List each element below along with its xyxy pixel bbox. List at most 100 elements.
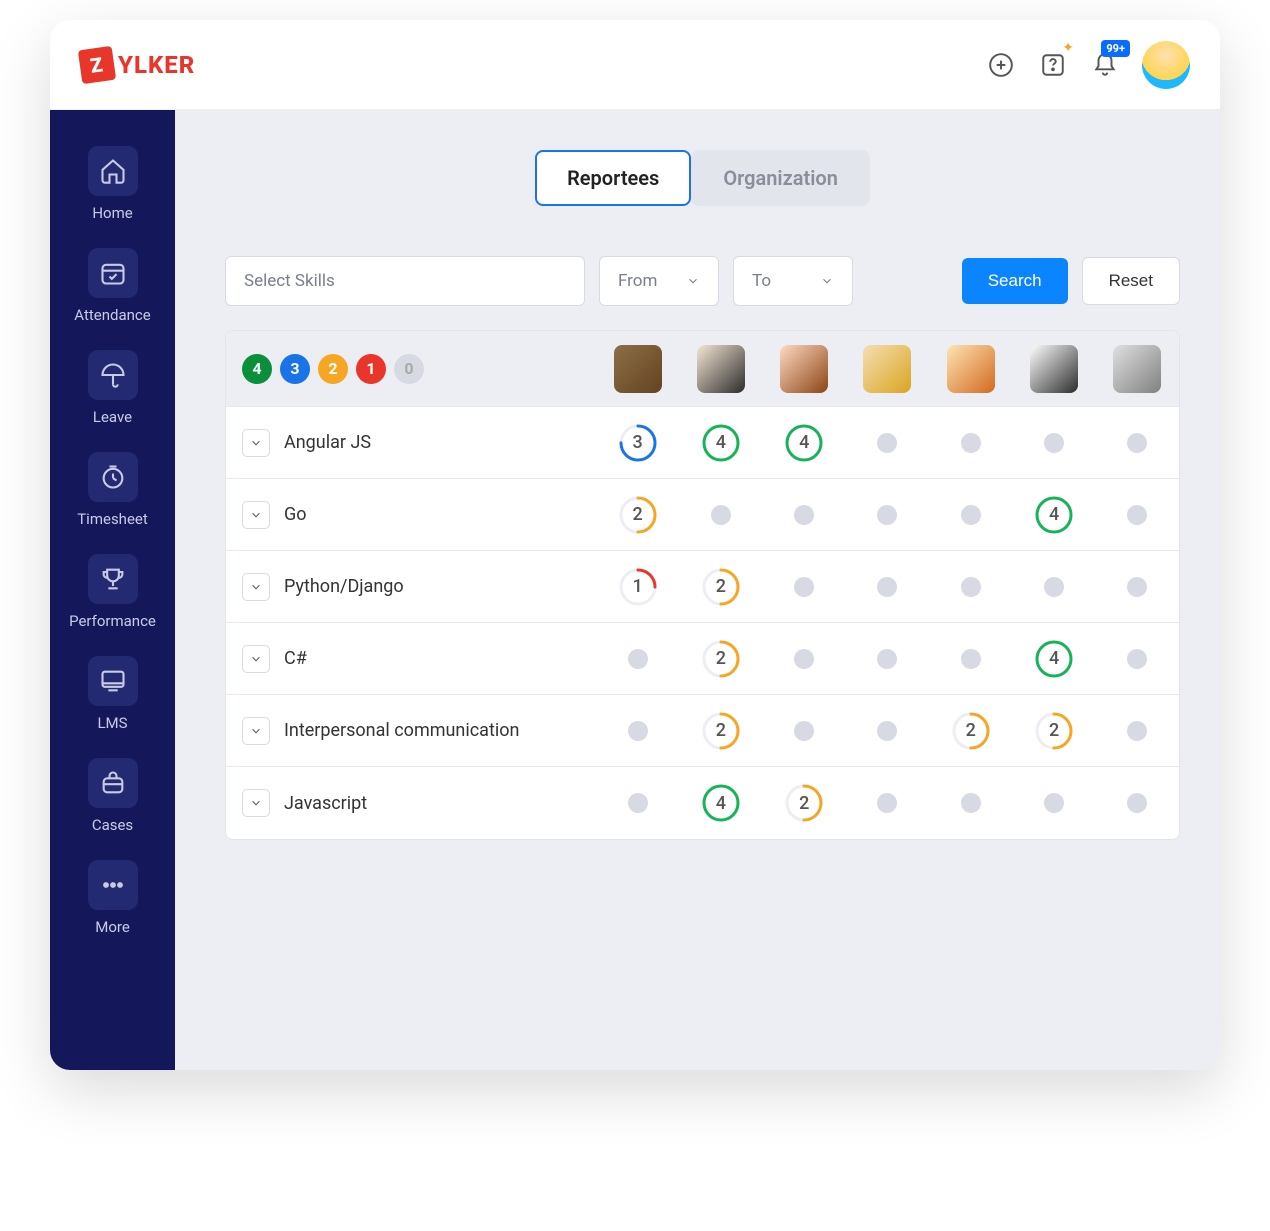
sidebar-item-home[interactable]: Home	[63, 140, 163, 228]
score-empty	[961, 433, 981, 453]
score-badge: 1	[618, 567, 658, 607]
score-value: 2	[966, 720, 976, 741]
score-empty	[1044, 793, 1064, 813]
sidebar-item-label: Home	[92, 204, 132, 222]
skill-row: Python/Django 1 2	[226, 551, 1179, 623]
score-badge: 4	[701, 783, 741, 823]
sidebar-item-performance[interactable]: Performance	[63, 548, 163, 636]
umbrella-icon	[88, 350, 138, 400]
score-value: 2	[716, 648, 726, 669]
reportee-avatar[interactable]	[863, 345, 911, 393]
monitor-icon	[88, 656, 138, 706]
score-badge: 2	[784, 783, 824, 823]
expand-skill-button[interactable]	[242, 501, 270, 529]
score-empty	[794, 505, 814, 525]
topbar: Z YLKER 99+	[50, 20, 1220, 110]
notifications-button[interactable]: 99+	[1090, 50, 1120, 80]
score-badge: 2	[701, 711, 741, 751]
select-skills-dropdown[interactable]: Select Skills	[225, 256, 585, 306]
add-button[interactable]	[986, 50, 1016, 80]
expand-skill-button[interactable]	[242, 717, 270, 745]
sidebar-item-label: Performance	[69, 612, 156, 630]
chevron-down-icon	[249, 724, 263, 738]
skill-name: Javascript	[284, 793, 367, 814]
score-empty	[877, 577, 897, 597]
score-empty	[1127, 505, 1147, 525]
select-from-label: From	[618, 271, 657, 291]
legend-0: 0	[394, 354, 424, 384]
chevron-down-icon	[249, 580, 263, 594]
expand-skill-button[interactable]	[242, 573, 270, 601]
chevron-down-icon	[820, 274, 834, 288]
clock-icon	[88, 452, 138, 502]
score-badge: 2	[951, 711, 991, 751]
score-empty	[961, 793, 981, 813]
reportee-avatar[interactable]	[614, 345, 662, 393]
score-empty	[877, 505, 897, 525]
expand-skill-button[interactable]	[242, 789, 270, 817]
sidebar-item-cases[interactable]: Cases	[63, 752, 163, 840]
score-empty	[877, 793, 897, 813]
reportee-avatar[interactable]	[1113, 345, 1161, 393]
legend-2: 2	[318, 354, 348, 384]
reset-button[interactable]: Reset	[1082, 257, 1180, 305]
select-to-dropdown[interactable]: To	[733, 256, 853, 306]
notification-badge: 99+	[1101, 40, 1130, 57]
dots-icon	[88, 860, 138, 910]
skill-row: C# 2 4	[226, 623, 1179, 695]
select-to-label: To	[752, 271, 771, 291]
score-empty	[877, 649, 897, 669]
tab-reportees[interactable]: Reportees	[535, 150, 691, 206]
score-empty	[628, 793, 648, 813]
search-button[interactable]: Search	[962, 258, 1068, 304]
skill-name: Go	[284, 504, 307, 525]
help-button[interactable]	[1038, 50, 1068, 80]
score-value: 2	[633, 504, 643, 525]
view-tabs: Reportees Organization	[225, 150, 1180, 206]
sidebar-item-label: Cases	[92, 816, 133, 834]
select-from-dropdown[interactable]: From	[599, 256, 719, 306]
sidebar-item-timesheet[interactable]: Timesheet	[63, 446, 163, 534]
score-empty	[1127, 721, 1147, 741]
reportee-avatar[interactable]	[1030, 345, 1078, 393]
reportee-avatar[interactable]	[780, 345, 828, 393]
legend-1: 1	[356, 354, 386, 384]
skill-name: Python/Django	[284, 576, 404, 597]
sidebar-item-lms[interactable]: LMS	[63, 650, 163, 738]
reportee-avatar[interactable]	[947, 345, 995, 393]
score-empty	[1127, 433, 1147, 453]
score-badge: 4	[701, 423, 741, 463]
skill-name: Interpersonal communication	[284, 720, 519, 741]
sidebar-item-attendance[interactable]: Attendance	[63, 242, 163, 330]
score-value: 4	[716, 432, 726, 453]
score-empty	[628, 721, 648, 741]
score-badge: 2	[1034, 711, 1074, 751]
expand-skill-button[interactable]	[242, 429, 270, 457]
sidebar-item-more[interactable]: More	[63, 854, 163, 942]
score-badge: 3	[618, 423, 658, 463]
score-empty	[1044, 577, 1064, 597]
chevron-down-icon	[249, 436, 263, 450]
score-empty	[877, 721, 897, 741]
sidebar-item-label: LMS	[97, 714, 127, 732]
score-legend: 4 3 2 1 0	[226, 354, 596, 384]
chevron-down-icon	[686, 274, 700, 288]
chevron-down-icon	[249, 652, 263, 666]
reportee-avatar[interactable]	[697, 345, 745, 393]
tab-organization[interactable]: Organization	[691, 150, 870, 206]
score-empty	[794, 577, 814, 597]
sidebar-item-leave[interactable]: Leave	[63, 344, 163, 432]
score-empty	[1127, 649, 1147, 669]
skill-row: Angular JS 3 4 4	[226, 407, 1179, 479]
skill-row: Javascript 4 2	[226, 767, 1179, 839]
user-avatar[interactable]	[1142, 41, 1190, 89]
score-value: 4	[1049, 648, 1059, 669]
expand-skill-button[interactable]	[242, 645, 270, 673]
score-value: 1	[633, 576, 643, 597]
legend-4: 4	[242, 354, 272, 384]
matrix-header: 4 3 2 1 0	[226, 331, 1179, 407]
chevron-down-icon	[249, 508, 263, 522]
brand-badge: Z	[78, 45, 116, 83]
skill-name: C#	[284, 648, 307, 669]
brand-text: YLKER	[118, 51, 195, 79]
